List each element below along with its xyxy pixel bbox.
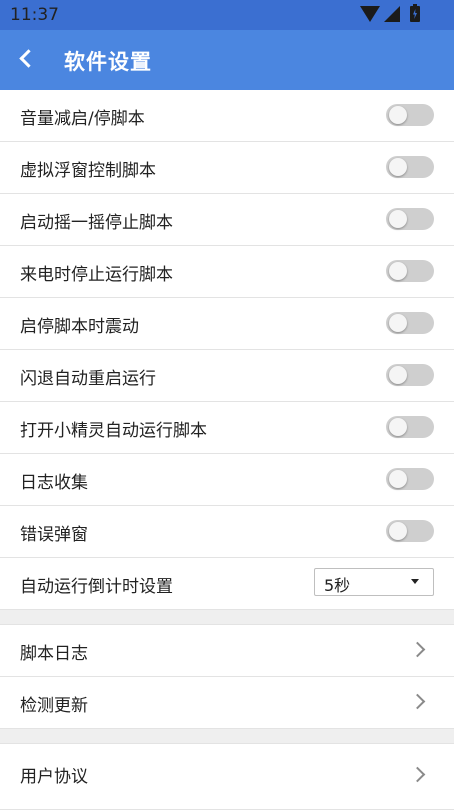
wifi-icon [360,6,380,22]
toggle-knob [389,158,407,176]
toggle-knob [389,262,407,280]
toggle-switch[interactable] [386,208,434,230]
setting-row-call-stop[interactable]: 来电时停止运行脚本 [0,246,454,298]
toggle-knob [389,366,407,384]
toggle-knob [389,314,407,332]
countdown-select[interactable]: 5秒 [314,568,434,596]
toggle-switch[interactable] [386,468,434,490]
setting-row-floating-window[interactable]: 虚拟浮窗控制脚本 [0,142,454,194]
toggle-switch[interactable] [386,312,434,334]
link-label: 检测更新 [20,696,88,716]
toggle-switch[interactable] [386,104,434,126]
setting-row-auto-run[interactable]: 打开小精灵自动运行脚本 [0,402,454,454]
setting-label: 错误弹窗 [20,525,88,545]
countdown-value: 5秒 [324,576,351,595]
link-row-script-log[interactable]: 脚本日志 [0,625,454,677]
toggle-knob [389,106,407,124]
setting-row-volume-toggle[interactable]: 音量减启/停脚本 [0,90,454,142]
link-label: 脚本日志 [20,644,88,664]
link-label: 用户协议 [20,767,88,787]
setting-row-crash-restart[interactable]: 闪退自动重启运行 [0,350,454,402]
setting-label: 来电时停止运行脚本 [20,265,173,285]
chevron-right-icon [409,693,426,710]
status-time: 11:37 [10,5,59,25]
chevron-right-icon [409,641,426,658]
link-row-user-agreement[interactable]: 用户协议 [0,744,454,810]
setting-label: 自动运行倒计时设置 [20,577,173,597]
setting-row-shake-stop[interactable]: 启动摇一摇停止脚本 [0,194,454,246]
back-icon[interactable] [19,49,38,68]
setting-label: 虚拟浮窗控制脚本 [20,161,156,181]
dropdown-arrow-icon [411,579,419,584]
setting-label: 音量减启/停脚本 [20,109,145,129]
toggle-switch[interactable] [386,364,434,386]
section-divider [0,729,454,744]
setting-row-error-popup[interactable]: 错误弹窗 [0,506,454,558]
setting-label: 启停脚本时震动 [20,317,139,337]
signal-icon [384,6,400,22]
battery-charging-icon [410,4,420,22]
status-bar: 11:37 [0,0,454,30]
toggle-switch[interactable] [386,156,434,178]
toggle-switch[interactable] [386,260,434,282]
app-bar: 软件设置 [0,30,454,90]
page-title: 软件设置 [64,50,152,74]
setting-label: 启动摇一摇停止脚本 [20,213,173,233]
setting-label: 日志收集 [20,473,88,493]
chevron-right-icon [409,766,426,783]
setting-label: 闪退自动重启运行 [20,369,156,389]
link-row-check-update[interactable]: 检测更新 [0,677,454,729]
toggle-switch[interactable] [386,416,434,438]
toggle-switch[interactable] [386,520,434,542]
section-divider [0,610,454,625]
setting-label: 打开小精灵自动运行脚本 [20,421,207,441]
status-icons [360,4,420,22]
settings-list: 音量减启/停脚本 虚拟浮窗控制脚本 启动摇一摇停止脚本 来电时停止运行脚本 启停… [0,90,454,810]
toggle-knob [389,210,407,228]
setting-row-log-collect[interactable]: 日志收集 [0,454,454,506]
toggle-knob [389,470,407,488]
setting-row-countdown: 自动运行倒计时设置 5秒 [0,558,454,610]
toggle-knob [389,522,407,540]
setting-row-vibrate[interactable]: 启停脚本时震动 [0,298,454,350]
toggle-knob [389,418,407,436]
